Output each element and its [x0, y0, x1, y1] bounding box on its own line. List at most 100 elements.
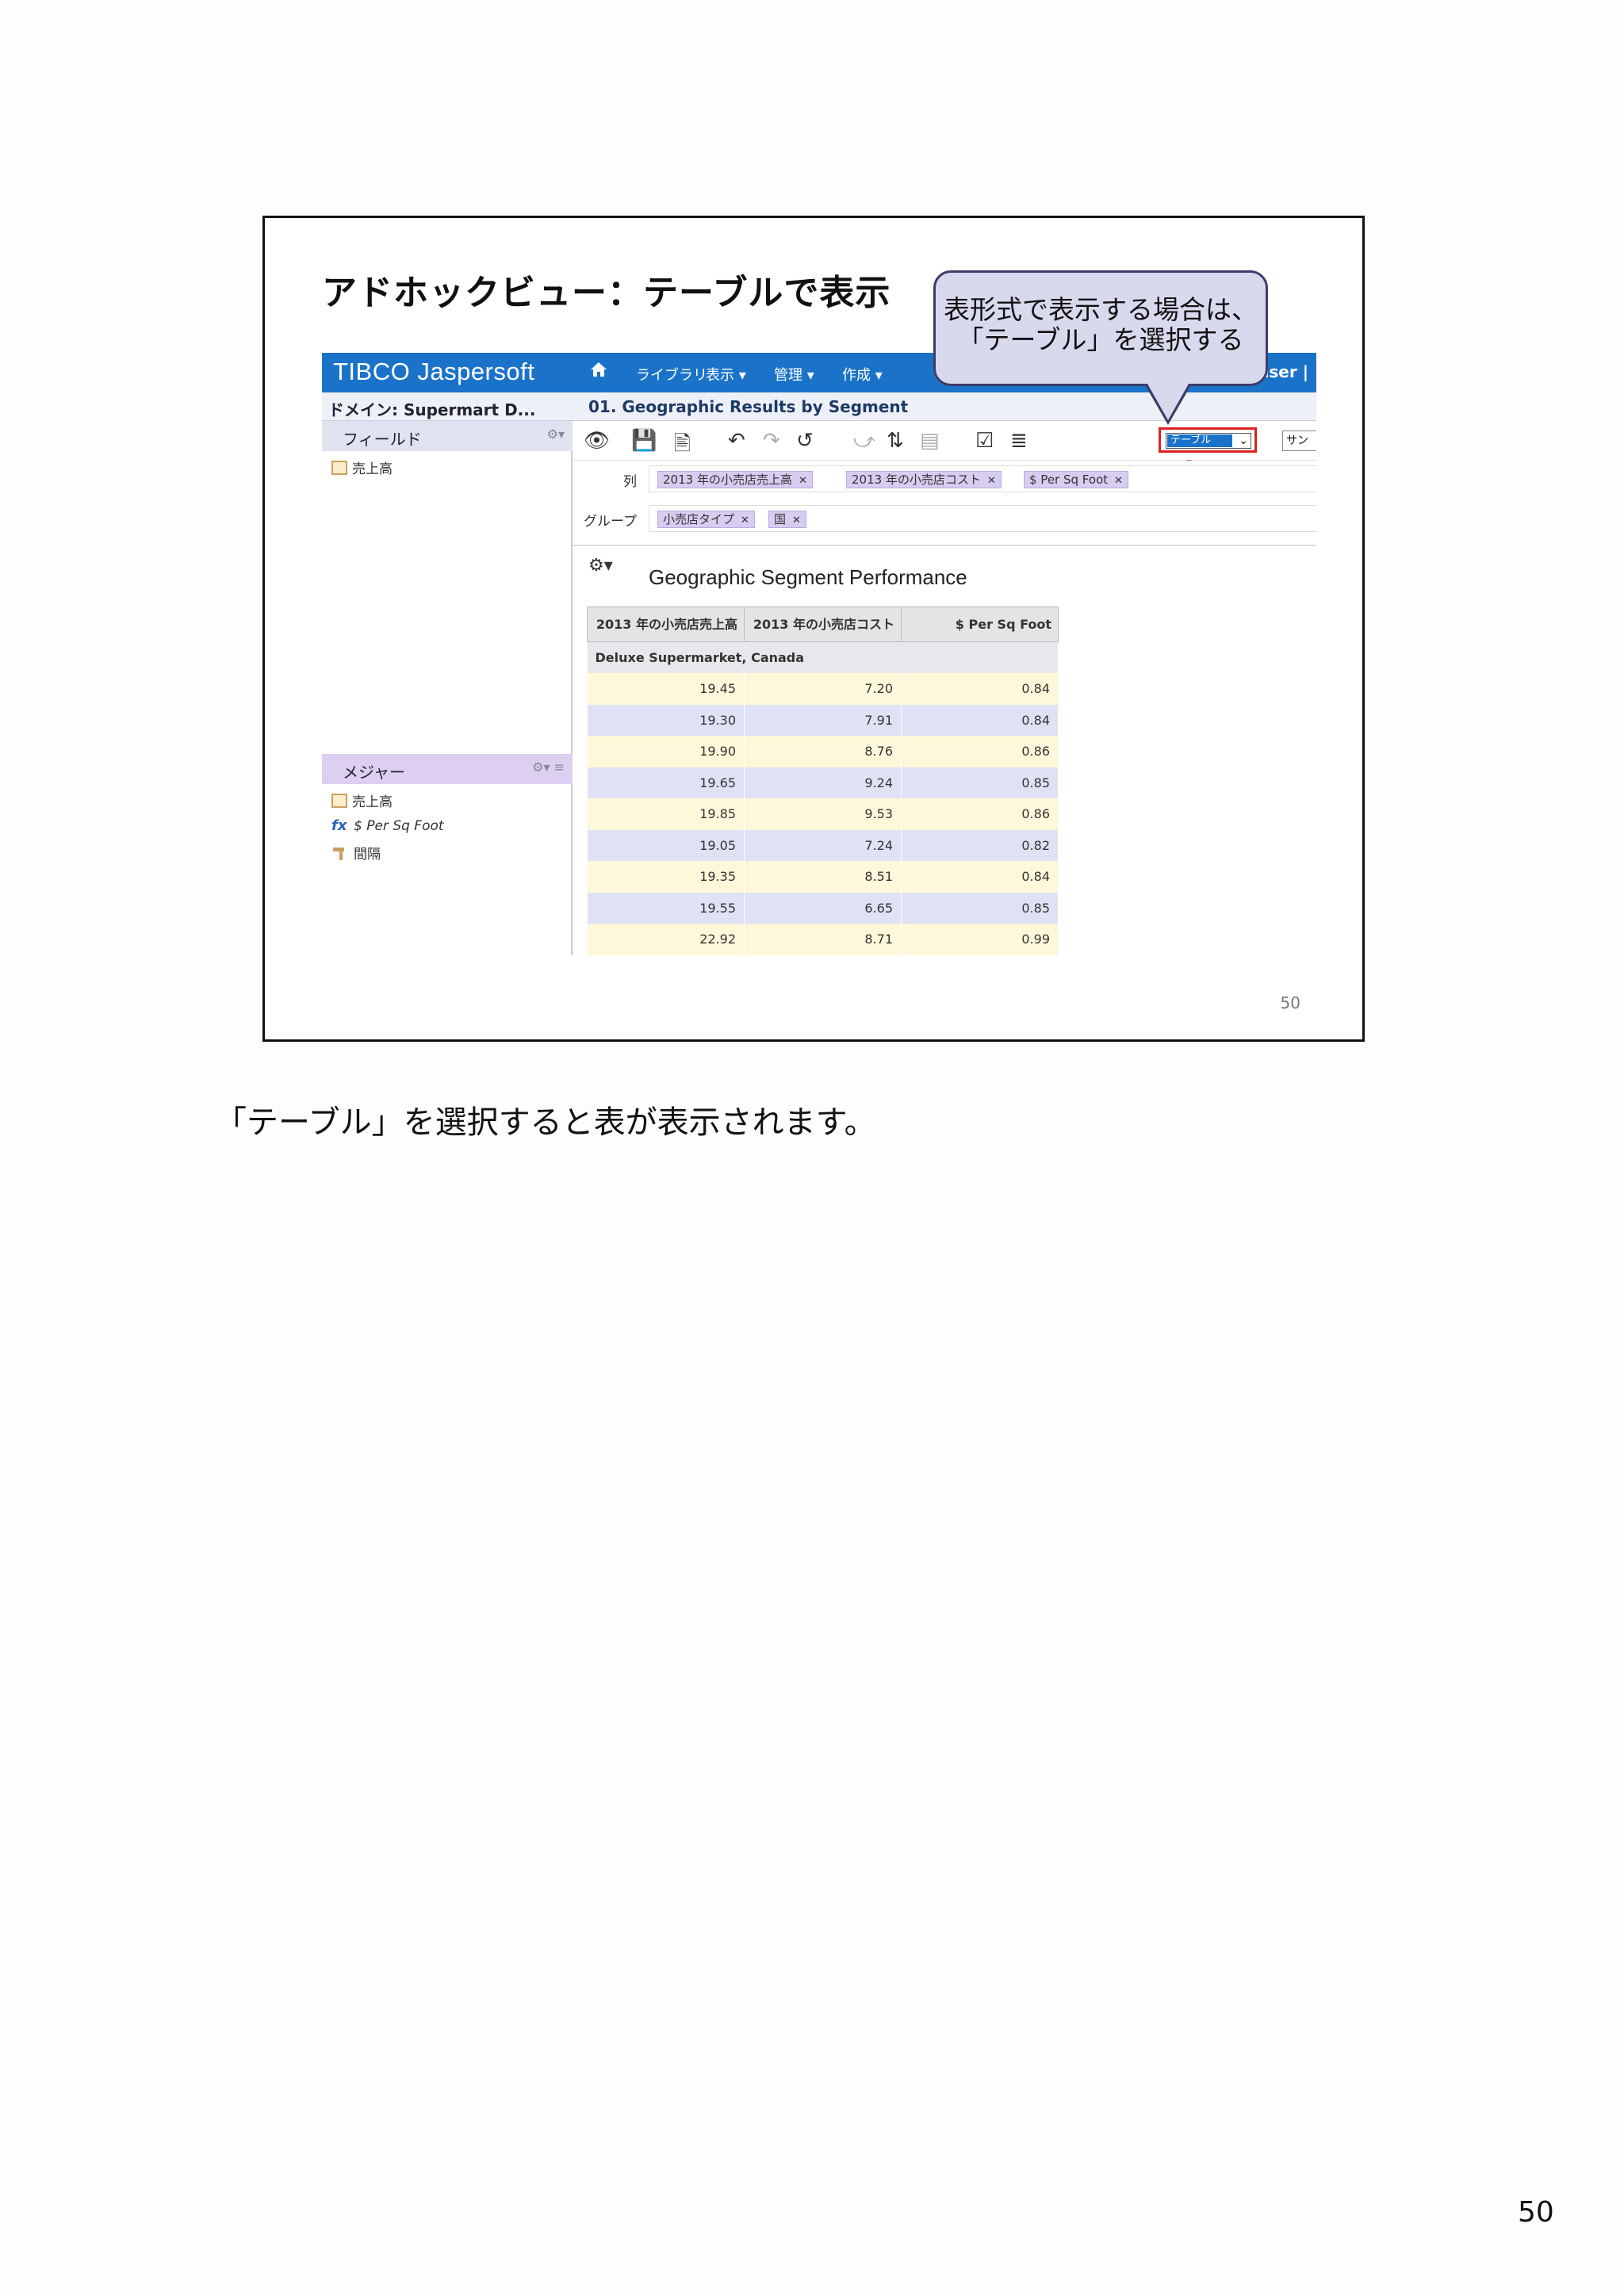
callout-line-2: 「テーブル」を選択する — [957, 324, 1244, 355]
measure-item[interactable]: 売上高 — [331, 790, 393, 810]
eye-icon[interactable]: 👁 — [584, 429, 610, 453]
domain-label[interactable]: ドメイン: Supermart D... — [328, 397, 535, 420]
caption: 「テーブル」を選択すると表が表示されます。 — [215, 1104, 876, 1141]
column-pill[interactable]: $ Per Sq Foot ✕ — [1024, 471, 1129, 488]
table-row: 19.85 9.53 0.86 — [587, 798, 1059, 830]
callout-line-1: 表形式で表示する場合は、 — [944, 294, 1258, 325]
columns-row: 2013 年の小売店売上高 ✕ 2013 年の小売店コスト ✕ $ Per Sq F… — [649, 465, 1316, 492]
table-cell: 9.24 — [744, 767, 902, 798]
nav-library[interactable]: ライブラリ — [636, 364, 707, 385]
table-cell: 0.86 — [901, 736, 1059, 767]
table-cell: 6.65 — [744, 892, 902, 924]
filter-settings-icon[interactable]: ≣ — [1010, 429, 1028, 453]
nav-view[interactable]: 表示 ▾ — [706, 364, 746, 385]
measure-item[interactable]: fx $ Per Sq Foot — [331, 817, 444, 834]
slide-number: 50 — [1280, 993, 1300, 1012]
table-cell: 19.45 — [587, 673, 745, 705]
table-row: 19.30 7.91 0.84 — [587, 704, 1059, 736]
checklist-icon[interactable]: ☑ — [975, 429, 994, 453]
details-icon[interactable]: ▤ — [920, 429, 940, 453]
table-field-icon — [331, 793, 347, 808]
table-field-icon — [331, 460, 347, 475]
field-label: 売上高 — [352, 461, 393, 477]
table-cell: 8.51 — [744, 861, 902, 893]
column-header[interactable]: $ Per Sq Foot — [901, 607, 1059, 642]
redo-icon[interactable]: ↷ — [763, 429, 780, 453]
undo-all-icon[interactable]: ↺ — [796, 429, 814, 453]
report-table: 2013 年の小売店売上高 2013 年の小売店コスト $ Per Sq Foo… — [587, 607, 1059, 955]
table-cell: 7.20 — [744, 673, 902, 705]
switch-axes-icon[interactable]: ⤻ — [853, 429, 875, 453]
table-cell: 8.76 — [744, 736, 902, 767]
sample-data-select[interactable]: サン — [1282, 430, 1316, 451]
table-row: 19.55 6.65 0.85 — [587, 892, 1059, 924]
table-cell: 7.91 — [744, 704, 902, 736]
table-cell: 0.85 — [901, 767, 1059, 798]
measures-options-icon[interactable]: ⚙▾ ≡ — [532, 760, 565, 775]
nav-create[interactable]: 作成 ▾ — [842, 364, 883, 385]
brand-logo: TIBCO Jaspersoft — [333, 358, 535, 385]
gear-icon[interactable]: ⚙▾ — [588, 556, 613, 576]
table-cell: 0.84 — [901, 704, 1059, 736]
table-cell: 7.24 — [744, 829, 902, 861]
remove-icon: ✕ — [986, 475, 996, 487]
table-cell: 19.35 — [587, 861, 745, 893]
measure-label: $ Per Sq Foot — [354, 817, 444, 834]
sidebar: フィールド ⚙▾ 売上高 メジャー ⚙▾ ≡ 売上高 fx $ Per Sq F… — [322, 421, 573, 955]
group-row: Deluxe Supermarket, Canada — [587, 641, 1059, 673]
table-cell: 22.92 — [587, 924, 745, 955]
column-pill[interactable]: 2013 年の小売店コスト ✕ — [846, 471, 1002, 488]
report-heading: Geographic Segment Performance — [649, 565, 967, 589]
undo-icon[interactable]: ↶ — [728, 429, 745, 453]
sort-icon[interactable]: ⇅ — [887, 429, 904, 453]
measures-header-label: メジャー — [343, 763, 405, 782]
view-type-dropdown[interactable]: テーブル ⌄ — [1166, 433, 1251, 449]
measure-label: 間隔 — [354, 847, 381, 863]
formula-icon: fx — [331, 817, 347, 834]
remove-icon: ✕ — [792, 515, 801, 526]
fields-header-label: フィールド — [343, 430, 422, 449]
measure-label: 売上高 — [352, 794, 393, 810]
group-pill[interactable]: 小売店タイプ ✕ — [657, 511, 755, 528]
fields-options-icon[interactable]: ⚙▾ — [547, 427, 565, 442]
view-type-value: テーブル — [1167, 434, 1232, 447]
table-cell: 19.05 — [587, 829, 745, 861]
view-type-select[interactable]: テーブル ⌄ — [1159, 427, 1257, 453]
app-screenshot: TIBCO Jaspersoft ライブラリ 表示 ▾ 管理 ▾ 作成 ▾ us… — [322, 353, 1316, 955]
table-row: 19.45 7.20 0.84 — [587, 673, 1059, 705]
table-cell: 0.85 — [901, 892, 1059, 924]
hammer-icon — [333, 847, 344, 860]
export-icon[interactable]: 🖹 — [674, 429, 691, 464]
table-row: 19.90 8.76 0.86 — [587, 736, 1059, 767]
save-icon[interactable]: 💾 — [631, 429, 657, 453]
nav-manage[interactable]: 管理 ▾ — [774, 364, 814, 385]
table-cell: 19.90 — [587, 736, 745, 767]
column-pill[interactable]: 2013 年の小売店売上高 ✕ — [657, 471, 813, 488]
measure-item[interactable]: 間隔 — [331, 843, 381, 863]
report-canvas: ⚙▾ Geographic Segment Performance 2013 年… — [573, 546, 1316, 955]
table-cell: 0.82 — [901, 829, 1059, 861]
table-row: 19.35 8.51 0.84 — [587, 861, 1059, 893]
measures-header: メジャー ⚙▾ ≡ — [322, 754, 573, 784]
groups-label: グループ — [584, 514, 637, 530]
column-header[interactable]: 2013 年の小売店コスト — [744, 607, 902, 642]
table-cell: 19.30 — [587, 704, 745, 736]
page-number: 50 — [1518, 2196, 1554, 2229]
columns-label: 列 — [623, 474, 637, 490]
report-title: 01. Geographic Results by Segment — [588, 397, 909, 416]
table-cell: 0.99 — [901, 924, 1059, 955]
table-row: 22.92 8.71 0.99 — [587, 924, 1059, 955]
remove-icon: ✕ — [741, 515, 749, 526]
remove-icon: ✕ — [1114, 475, 1124, 487]
table-cell: 19.55 — [587, 892, 745, 924]
home-icon[interactable] — [590, 361, 607, 378]
table-cell: 9.53 — [744, 798, 902, 830]
slide: アドホックビュー：テーブルで表示 表形式で表示する場合は、 「テーブル」を選択す… — [262, 216, 1365, 1042]
column-header[interactable]: 2013 年の小売店売上高 — [587, 607, 745, 642]
table-cell: 0.84 — [901, 861, 1059, 893]
groups-row: 小売店タイプ ✕ 国 ✕ — [649, 505, 1316, 532]
group-pill[interactable]: 国 ✕ — [768, 511, 806, 528]
field-item[interactable]: 売上高 — [331, 457, 393, 477]
table-cell: 19.85 — [587, 798, 745, 830]
callout: 表形式で表示する場合は、 「テーブル」を選択する — [933, 270, 1268, 386]
